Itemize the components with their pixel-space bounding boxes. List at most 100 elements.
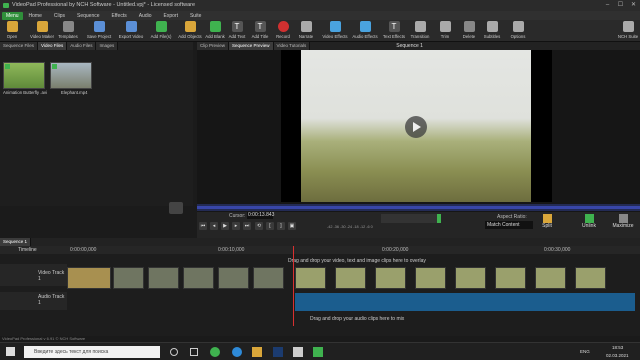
- videopad-taskbar-icon[interactable]: [313, 347, 323, 357]
- play-overlay-button[interactable]: [405, 116, 427, 138]
- cortana-icon[interactable]: [170, 348, 178, 356]
- tab-images[interactable]: Images: [96, 42, 119, 50]
- menu-sequence[interactable]: Sequence: [71, 13, 106, 19]
- chrome-icon[interactable]: [210, 347, 220, 357]
- templates-button[interactable]: Templates: [56, 21, 80, 41]
- save-project-button[interactable]: Save Project: [84, 21, 114, 41]
- field-clip[interactable]: [295, 267, 326, 289]
- narrate-button[interactable]: Narrate: [296, 21, 316, 41]
- timeline-ruler[interactable]: Timeline 0:00:00,000 0:00:10,000 0:00:20…: [0, 246, 640, 254]
- clock-date[interactable]: 02.03.2021: [606, 353, 629, 358]
- add-files-button[interactable]: Add File(s): [148, 21, 174, 41]
- subtitles-button[interactable]: Subtitles: [481, 21, 503, 41]
- menu-clips[interactable]: Clips: [48, 13, 71, 19]
- add-blank-button[interactable]: Add Blank: [204, 21, 226, 41]
- menu-effects[interactable]: Effects: [106, 13, 133, 19]
- menu-home[interactable]: Home: [23, 13, 48, 19]
- timeline-label: Timeline: [18, 247, 37, 253]
- elephant-clip[interactable]: [113, 267, 144, 289]
- playback-controls: ⏮ ◂ ▶ ▸ ⏭ Cursor: 0:00:13.843 ⟲ [ ] ▣ -4…: [197, 212, 640, 238]
- app-icon[interactable]: [293, 347, 303, 357]
- tab-audio-files[interactable]: Audio Files: [67, 42, 97, 50]
- field-clip[interactable]: [495, 267, 526, 289]
- ruler-tick: 0:00:10,000: [218, 247, 245, 253]
- bin-item-butterfly[interactable]: [3, 62, 45, 89]
- aspect-select[interactable]: Match Content: [485, 221, 533, 229]
- tab-clip-preview[interactable]: Clip Preview: [197, 42, 230, 50]
- add-text-button[interactable]: T Add Text: [227, 21, 247, 41]
- video-track-header: Video Track 1: [0, 264, 67, 286]
- record-button[interactable]: Record: [274, 21, 292, 41]
- field-clip[interactable]: [535, 267, 566, 289]
- tab-sequence-files[interactable]: Sequence Files: [0, 42, 39, 50]
- field-clip[interactable]: [335, 267, 366, 289]
- maximize-preview-button[interactable]: Maximize: [611, 214, 635, 234]
- main-menu-button[interactable]: Menu: [2, 11, 23, 20]
- clock-time[interactable]: 18:53: [612, 345, 623, 350]
- trim-button[interactable]: Trim: [437, 21, 453, 41]
- elephant-clip[interactable]: [183, 267, 214, 289]
- skip-end-button[interactable]: ⏭: [243, 222, 251, 230]
- tab-sequence-preview[interactable]: Sequence Preview: [229, 42, 274, 50]
- add-objects-button[interactable]: Add Objects: [176, 21, 204, 41]
- field-clip[interactable]: [575, 267, 606, 289]
- menu-audio[interactable]: Audio: [133, 13, 158, 19]
- options-button[interactable]: Options: [508, 21, 528, 41]
- camera-icon: [169, 202, 183, 214]
- tab-sequence-1[interactable]: Sequence 1: [0, 238, 32, 246]
- skip-start-button[interactable]: ⏮: [199, 222, 207, 230]
- tab-video-tutorials[interactable]: Video Tutorials: [273, 42, 311, 50]
- taskbar-search-input[interactable]: Введите здесь текст для поиска: [24, 346, 160, 358]
- field-clip[interactable]: [415, 267, 446, 289]
- maximize-button[interactable]: ☐: [614, 0, 627, 11]
- loop-button[interactable]: ⟲: [255, 222, 263, 230]
- step-back-button[interactable]: ◂: [210, 222, 218, 230]
- mark-in-button[interactable]: [: [266, 222, 274, 230]
- elephant-clip[interactable]: [253, 267, 284, 289]
- photoshop-icon[interactable]: [273, 347, 283, 357]
- audio-clip-waveform[interactable]: [295, 293, 635, 311]
- menu-export[interactable]: Export: [158, 13, 184, 19]
- snapshot-button[interactable]: ▣: [288, 222, 296, 230]
- delete-button[interactable]: Delete: [460, 21, 478, 41]
- menu-suite[interactable]: Suite: [184, 13, 207, 19]
- windows-start-icon[interactable]: [6, 347, 15, 356]
- meter-scale: -42 -36 -30 -24 -18 -12 -6 0: [327, 225, 373, 229]
- video-effects-button[interactable]: Video Effects: [321, 21, 349, 41]
- video-maker-button[interactable]: Video Maker: [28, 21, 56, 41]
- language-indicator[interactable]: ENG: [580, 349, 590, 354]
- edge-icon[interactable]: [232, 347, 242, 357]
- field-clip[interactable]: [375, 267, 406, 289]
- open-button[interactable]: Open: [3, 21, 21, 41]
- nch-suite-button[interactable]: NCH Suite: [617, 21, 639, 41]
- ruler-tick: 0:00:00,000: [70, 247, 97, 253]
- field-clip[interactable]: [455, 267, 486, 289]
- elephant-clip[interactable]: [218, 267, 249, 289]
- audio-effects-button[interactable]: Audio Effects: [351, 21, 379, 41]
- transition-button[interactable]: Transition: [408, 21, 432, 41]
- minimize-button[interactable]: –: [601, 0, 614, 11]
- check-icon: [5, 64, 10, 69]
- tab-video-files[interactable]: Video Files: [38, 42, 68, 50]
- butterfly-clip[interactable]: [67, 267, 111, 289]
- export-icon: [125, 21, 137, 32]
- export-video-button[interactable]: Export Video: [117, 21, 145, 41]
- elephant-clip[interactable]: [148, 267, 179, 289]
- mark-out-button[interactable]: ]: [277, 222, 285, 230]
- playhead[interactable]: [293, 246, 294, 326]
- play-button[interactable]: ▶: [221, 222, 229, 230]
- unlink-button[interactable]: Unlink: [580, 214, 598, 234]
- bin-item-elephant[interactable]: [50, 62, 92, 89]
- media-bin: Animation Butterfly .avi Elephant.mp4: [0, 50, 193, 206]
- task-view-icon[interactable]: [190, 348, 198, 356]
- file-explorer-icon[interactable]: [252, 347, 262, 357]
- add-title-button[interactable]: T Add Title: [250, 21, 270, 41]
- app-icon: [3, 3, 9, 8]
- text-effects-button[interactable]: T Text Effects: [381, 21, 407, 41]
- menu-bar: Menu Home Clips Sequence Effects Audio E…: [0, 11, 640, 20]
- close-button[interactable]: ✕: [627, 0, 640, 11]
- preview-scrubber[interactable]: [197, 204, 640, 211]
- split-button[interactable]: Split: [539, 214, 555, 234]
- toolbar: Open Video Maker Templates Save Project …: [0, 20, 640, 42]
- step-forward-button[interactable]: ▸: [232, 222, 240, 230]
